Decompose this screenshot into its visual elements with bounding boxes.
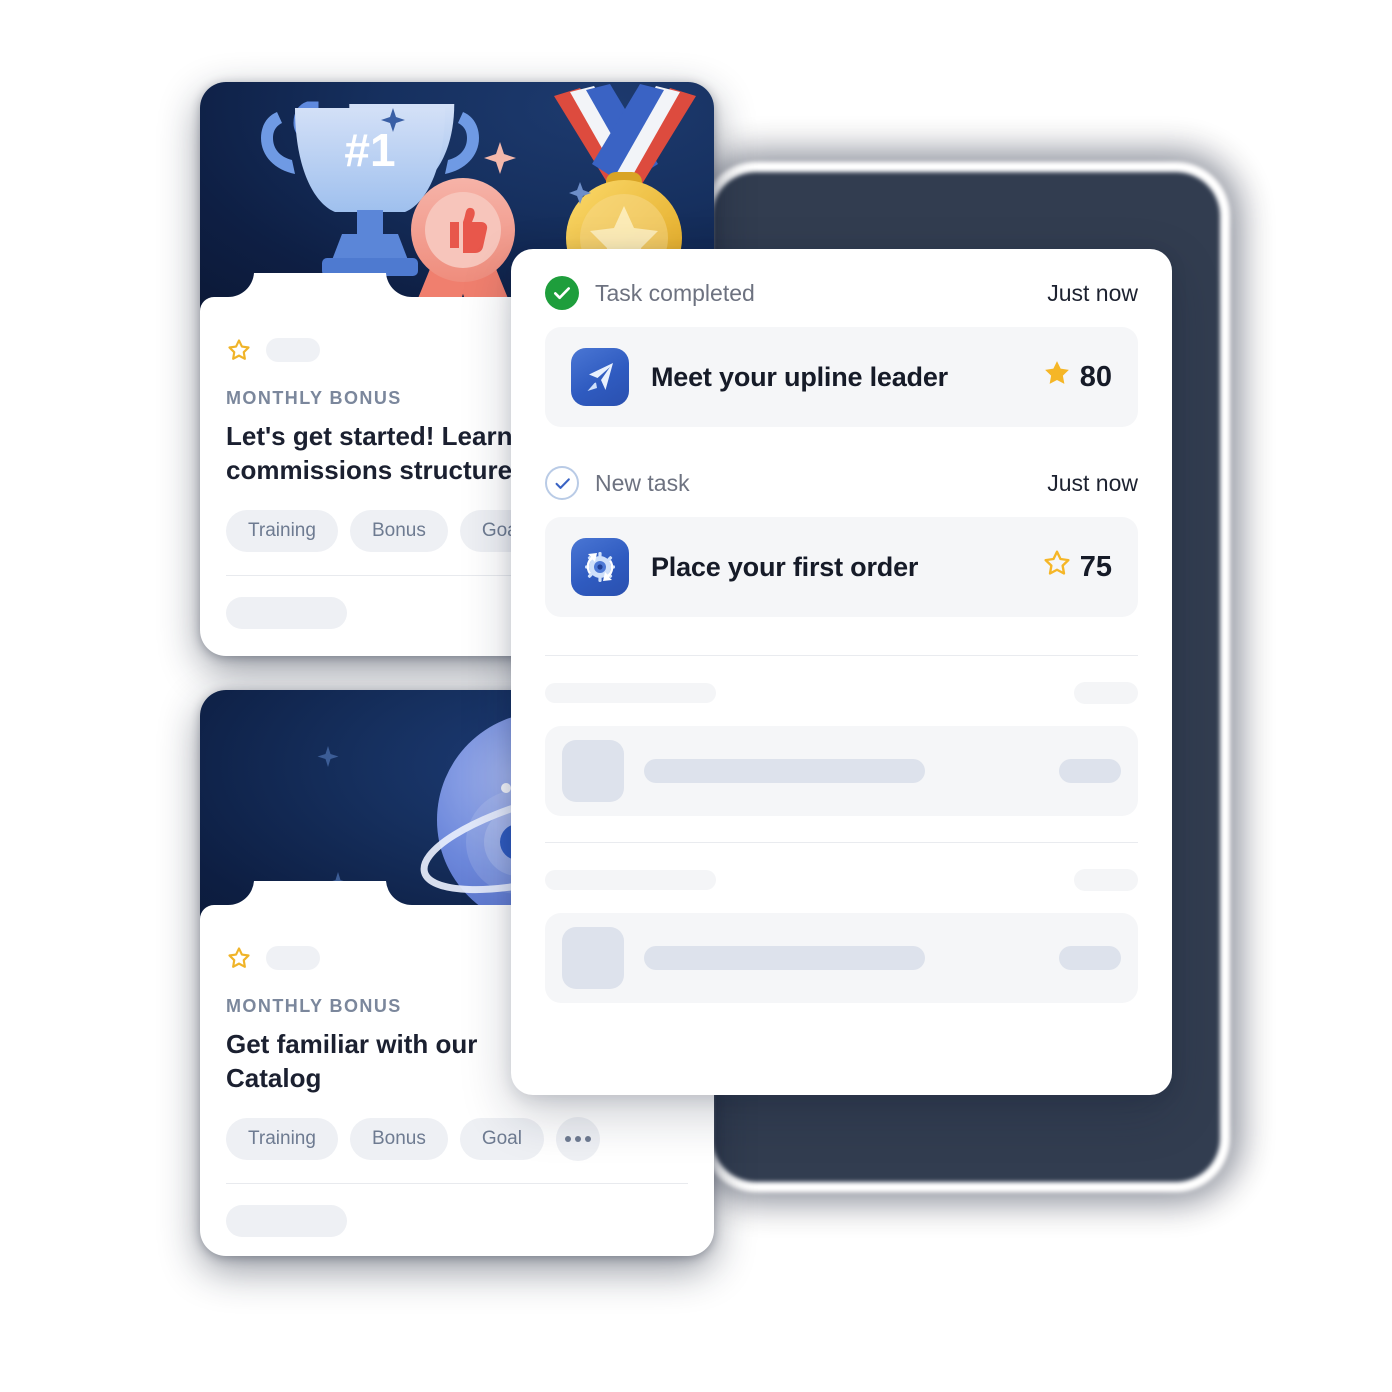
screenshot-stage: #1 MONTHLY BONUS Let's get started! Lear… <box>0 0 1392 1392</box>
star-filled-icon <box>1042 358 1072 396</box>
favorite-star-icon[interactable] <box>226 945 252 971</box>
notification-status-label: Task completed <box>595 279 755 306</box>
favorite-star-icon[interactable] <box>226 337 252 363</box>
gear-refresh-icon <box>571 538 629 596</box>
tag-bonus[interactable]: Bonus <box>349 510 448 553</box>
skeleton-time <box>1074 682 1138 704</box>
skeleton-header <box>545 869 1138 891</box>
more-tags-button[interactable] <box>555 1117 600 1162</box>
card-2-meta-placeholder <box>266 946 320 970</box>
task-points-value: 75 <box>1079 550 1112 583</box>
tag-bonus[interactable]: Bonus <box>349 1118 448 1161</box>
skeleton-title <box>644 759 925 783</box>
skeleton-row <box>545 913 1138 1003</box>
skeleton-group <box>545 656 1138 816</box>
notification-status-label: New task <box>595 469 690 496</box>
task-row-completed[interactable]: Meet your upline leader 80 <box>545 327 1138 427</box>
card-1-meta-placeholder <box>266 338 320 362</box>
notification-timestamp: Just now <box>1047 469 1138 496</box>
skeleton-group <box>545 843 1138 1003</box>
card-2-tags: Training Bonus Goal <box>226 1117 688 1162</box>
skeleton-time <box>1074 869 1138 891</box>
skeleton-icon <box>562 927 624 989</box>
skeleton-row <box>545 726 1138 816</box>
skeleton-points <box>1059 946 1121 970</box>
check-circle-outline-icon <box>545 466 579 500</box>
skeleton-icon <box>562 740 624 802</box>
notification-header-completed: Task completed Just now <box>545 275 1138 311</box>
notification-header-new: New task Just now <box>545 465 1138 501</box>
notifications-panel: Task completed Just now Meet your upline… <box>511 249 1172 1095</box>
tag-goal[interactable]: Goal <box>459 1118 544 1161</box>
skeleton-title <box>644 946 925 970</box>
tag-training[interactable]: Training <box>226 510 338 553</box>
task-row-new[interactable]: Place your first order 75 <box>545 517 1138 617</box>
skeleton-points <box>1059 759 1121 783</box>
paper-plane-icon <box>571 348 629 406</box>
svg-text:#1: #1 <box>344 124 395 176</box>
task-title: Meet your upline leader <box>651 361 948 392</box>
skeleton-label <box>545 870 716 890</box>
star-outline-icon <box>1042 548 1072 586</box>
skeleton-label <box>545 683 716 703</box>
task-points: 80 <box>1042 358 1112 396</box>
task-points: 75 <box>1042 548 1112 586</box>
card-2-divider <box>226 1183 688 1185</box>
check-circle-filled-icon <box>545 276 579 310</box>
skeleton-header <box>545 682 1138 704</box>
notification-timestamp: Just now <box>1047 279 1138 306</box>
tag-training[interactable]: Training <box>226 1118 338 1161</box>
task-points-value: 80 <box>1079 360 1112 393</box>
card-1-footer-placeholder <box>226 597 347 630</box>
task-title: Place your first order <box>651 551 919 582</box>
card-2-footer-placeholder <box>226 1205 347 1238</box>
